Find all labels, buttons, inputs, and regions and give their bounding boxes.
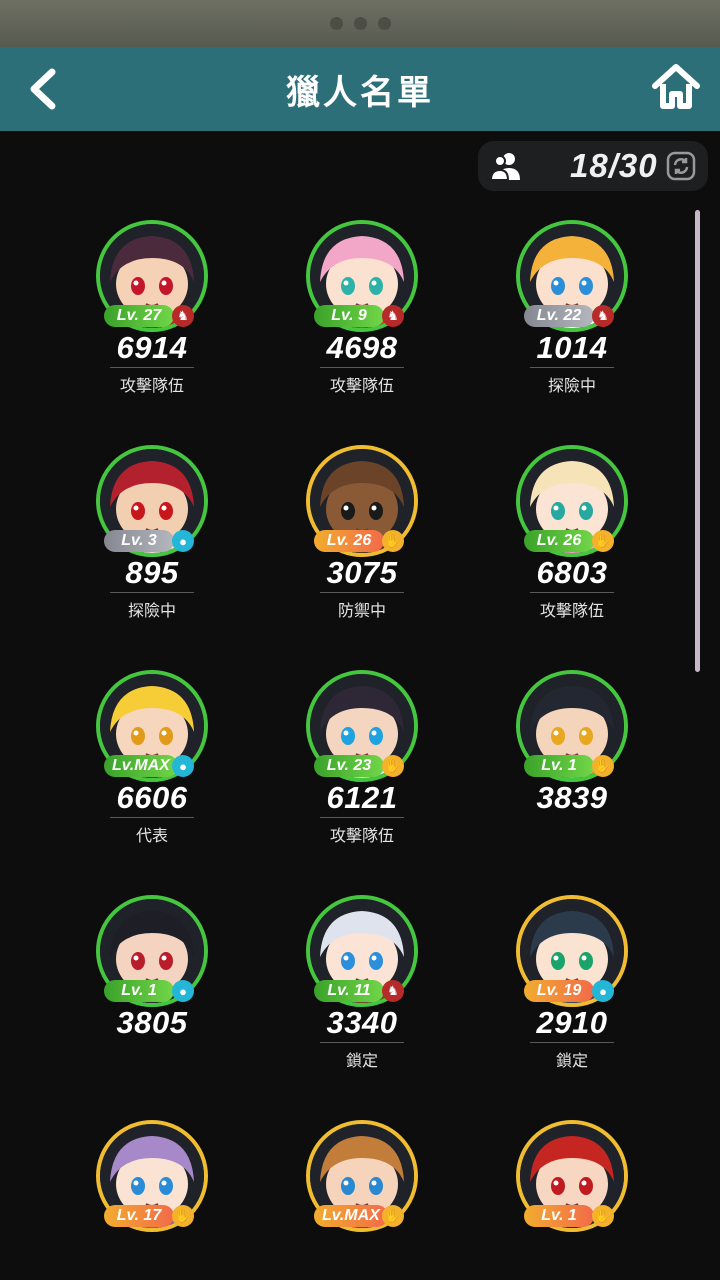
hunter-power: 2910 — [536, 1005, 608, 1040]
handle-dot — [377, 17, 391, 30]
element-icon: ♞ — [592, 305, 614, 327]
hunter-card[interactable]: Lv. 23 ✋ 6121 攻擊隊伍 — [254, 610, 470, 845]
hunter-level-badge: Lv. 23 — [314, 755, 384, 777]
element-icon: ● — [172, 755, 194, 777]
hunter-level-badge: Lv. 19 — [524, 980, 594, 1002]
hunter-card[interactable]: Lv.MAX ✋ — [254, 1060, 470, 1280]
top-bar: 獵人名單 — [0, 47, 720, 131]
page-title: 獵人名單 — [286, 73, 434, 112]
hunter-level-badge: Lv. 9 — [314, 305, 384, 327]
hunter-card[interactable]: Lv. 22 ♞ 1014 探險中 — [464, 160, 680, 395]
hunter-level-badge: Lv. 1 — [524, 1205, 594, 1227]
hunter-card[interactable]: Lv. 1 ✋ — [464, 1060, 680, 1280]
hunter-power: 6803 — [536, 555, 608, 590]
home-icon — [652, 64, 700, 109]
hunter-power: 3805 — [116, 1005, 188, 1040]
hunter-level-badge: Lv.MAX — [314, 1205, 388, 1227]
element-icon: ✋ — [382, 755, 404, 777]
hunter-card[interactable]: Lv. 9 ♞ 4698 攻擊隊伍 — [254, 160, 470, 395]
hunter-card[interactable]: Lv. 27 ♞ 6914 攻擊隊伍 — [44, 160, 260, 395]
scrollbar[interactable] — [695, 210, 700, 672]
element-icon: ✋ — [382, 530, 404, 552]
hunter-level-badge: Lv. 1 — [104, 980, 174, 1002]
hunter-power: 6121 — [326, 780, 398, 815]
hunter-level-badge: Lv. 3 — [104, 530, 174, 552]
hunter-card[interactable]: Lv. 17 ✋ — [44, 1060, 260, 1280]
back-button[interactable] — [22, 64, 72, 114]
hunter-card[interactable]: Lv. 1 ✋ 3839 — [464, 610, 680, 835]
hunter-power: 3075 — [326, 555, 398, 590]
hunter-power: 3340 — [326, 1005, 398, 1040]
hunter-level-badge: Lv. 1 — [524, 755, 594, 777]
element-icon: ● — [172, 530, 194, 552]
hunter-power: 4698 — [326, 330, 398, 365]
hunter-level-badge: Lv. 26 — [524, 530, 594, 552]
element-icon: ✋ — [592, 530, 614, 552]
handle-dot — [329, 17, 343, 30]
element-icon: ✋ — [592, 755, 614, 777]
hunter-card[interactable]: Lv. 3 ● 895 探險中 — [44, 385, 260, 620]
hunter-level-badge: Lv. 22 — [524, 305, 594, 327]
hunter-card[interactable]: Lv.MAX ● 6606 代表 — [44, 610, 260, 845]
window-drag-handle — [0, 0, 720, 47]
hunter-card[interactable]: Lv. 26 ✋ 6803 攻擊隊伍 — [464, 385, 680, 620]
element-icon: ♞ — [172, 305, 194, 327]
back-arrow-icon — [30, 68, 56, 110]
hunter-power: 895 — [125, 555, 179, 590]
hunter-power: 6914 — [116, 330, 188, 365]
element-icon: ● — [172, 980, 194, 1002]
element-icon: ● — [592, 980, 614, 1002]
hunter-card[interactable]: Lv. 19 ● 2910 鎖定 — [464, 835, 680, 1070]
hunter-card[interactable]: Lv. 1 ● 3805 — [44, 835, 260, 1060]
hunter-level-badge: Lv. 11 — [314, 980, 384, 1002]
handle-dot — [353, 17, 367, 30]
hunter-power: 1014 — [536, 330, 608, 365]
hunter-level-badge: Lv.MAX — [104, 755, 178, 777]
hunter-card[interactable]: Lv. 11 ♞ 3340 鎖定 — [254, 835, 470, 1070]
hunter-card[interactable]: Lv. 26 ✋ 3075 防禦中 — [254, 385, 470, 620]
element-icon: ♞ — [382, 305, 404, 327]
element-icon: ♞ — [382, 980, 404, 1002]
hunter-power: 6606 — [116, 780, 188, 815]
element-icon: ✋ — [592, 1205, 614, 1227]
hunter-level-badge: Lv. 26 — [314, 530, 384, 552]
element-icon: ✋ — [172, 1205, 194, 1227]
element-icon: ✋ — [382, 1205, 404, 1227]
hunter-power: 3839 — [536, 780, 608, 815]
hunter-level-badge: Lv. 17 — [104, 1205, 174, 1227]
hunter-level-badge: Lv. 27 — [104, 305, 174, 327]
home-button[interactable] — [650, 62, 702, 114]
